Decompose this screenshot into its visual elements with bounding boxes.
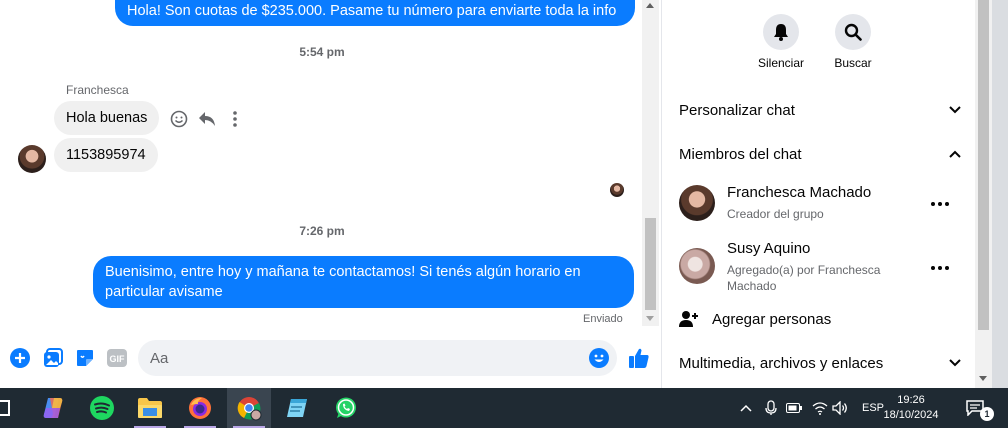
chevron-up-icon [949,150,961,158]
message-incoming[interactable]: 1153895974 [54,138,158,172]
clock[interactable]: 19:26 18/10/2024 [883,388,938,428]
media-files-links-row[interactable]: Multimedia, archivos y enlaces [679,348,961,378]
reply-icon[interactable] [197,109,217,129]
sender-avatar[interactable] [18,145,46,173]
member-avatar[interactable] [679,248,715,284]
delivery-status: Enviado [583,313,623,325]
read-receipt-avatar [610,183,624,197]
react-emoji-icon[interactable] [169,109,189,129]
member-avatar[interactable] [679,185,715,221]
chevron-down-icon [949,106,961,114]
whatsapp-app-icon[interactable] [324,388,368,428]
chevron-down-icon [949,359,961,367]
chat-members-row[interactable]: Miembros del chat [679,139,961,169]
battery-icon[interactable] [786,403,802,413]
wifi-icon[interactable] [812,401,828,415]
spotify-app-icon[interactable] [80,388,124,428]
member-role: Agregado(a) por Franchesca Machado [727,263,881,293]
notifications-button[interactable]: 1 [966,388,994,428]
member-options-icon[interactable] [931,254,949,275]
bell-icon [774,24,788,41]
message-timestamp: 7:26 pm [299,224,345,238]
gallery-icon[interactable] [42,347,64,369]
message-input[interactable] [138,340,617,376]
search-label: Buscar [834,56,872,70]
add-people-row[interactable]: Agregar personas [679,304,961,334]
notepad-app-icon[interactable] [275,388,319,428]
member-name[interactable]: Franchesca Machado [727,184,871,201]
message-timestamp: 5:54 pm [299,45,345,59]
more-options-icon[interactable] [226,109,244,129]
copilot-app-icon[interactable] [31,388,75,428]
message-incoming[interactable]: Hola buenas [54,101,160,135]
show-hidden-icons-icon[interactable] [740,404,752,412]
taskbar: ESP 19:26 18/10/2024 1 [0,388,1008,428]
clock-date: 18/10/2024 [883,409,939,421]
search-button[interactable] [835,14,871,50]
add-plus-icon[interactable] [10,348,30,368]
input-language[interactable]: ESP [862,402,884,414]
window-background [992,0,1008,388]
file-explorer-app-icon[interactable] [128,388,172,428]
volume-icon[interactable] [832,401,848,415]
scroll-up-arrow-icon[interactable] [646,3,654,8]
chrome-app-icon[interactable] [227,388,271,428]
chat-info-pane: Silenciar Buscar Personalizar chat Miemb… [661,0,975,388]
chat-pane: Hola! Son cuotas de $235.000. Pasame tu … [0,0,660,388]
member-role: Creador del grupo [727,207,824,221]
scroll-down-arrow-icon[interactable] [646,316,654,321]
gif-icon[interactable]: GIF [106,347,128,369]
customize-chat-label: Personalizar chat [679,101,795,119]
member-name[interactable]: Susy Aquino [727,240,810,257]
sticker-icon[interactable] [74,347,96,369]
member-options-icon[interactable] [931,190,949,211]
chat-members-label: Miembros del chat [679,145,802,163]
composer: GIF [0,338,660,378]
message-outgoing[interactable]: Buenisimo, entre hoy y mañana te contact… [93,256,634,308]
mic-icon[interactable] [764,400,778,416]
message-outgoing[interactable]: Hola! Son cuotas de $235.000. Pasame tu … [115,0,635,26]
add-person-icon [679,311,698,327]
media-files-links-label: Multimedia, archivos y enlaces [679,354,884,372]
emoji-icon[interactable] [589,348,609,368]
notification-badge: 1 [980,407,994,421]
sender-name: Franchesca [66,83,129,97]
customize-chat-row[interactable]: Personalizar chat [679,95,961,125]
scroll-down-arrow-icon[interactable] [979,376,987,381]
thumbs-up-icon[interactable] [627,346,651,370]
svg-text:GIF: GIF [110,354,126,364]
system-tray: ESP [740,388,884,428]
firefox-app-icon[interactable] [178,388,222,428]
search-icon [844,23,862,41]
chat-scrollbar-thumb[interactable] [645,218,656,310]
messenger-window: Hola! Son cuotas de $235.000. Pasame tu … [0,0,1008,428]
info-scrollbar-thumb[interactable] [978,0,989,330]
mute-label: Silenciar [757,56,805,70]
task-view-icon[interactable] [0,400,10,416]
clock-time: 19:26 [897,394,925,406]
mute-button[interactable] [763,14,799,50]
add-people-label: Agregar personas [712,310,832,328]
